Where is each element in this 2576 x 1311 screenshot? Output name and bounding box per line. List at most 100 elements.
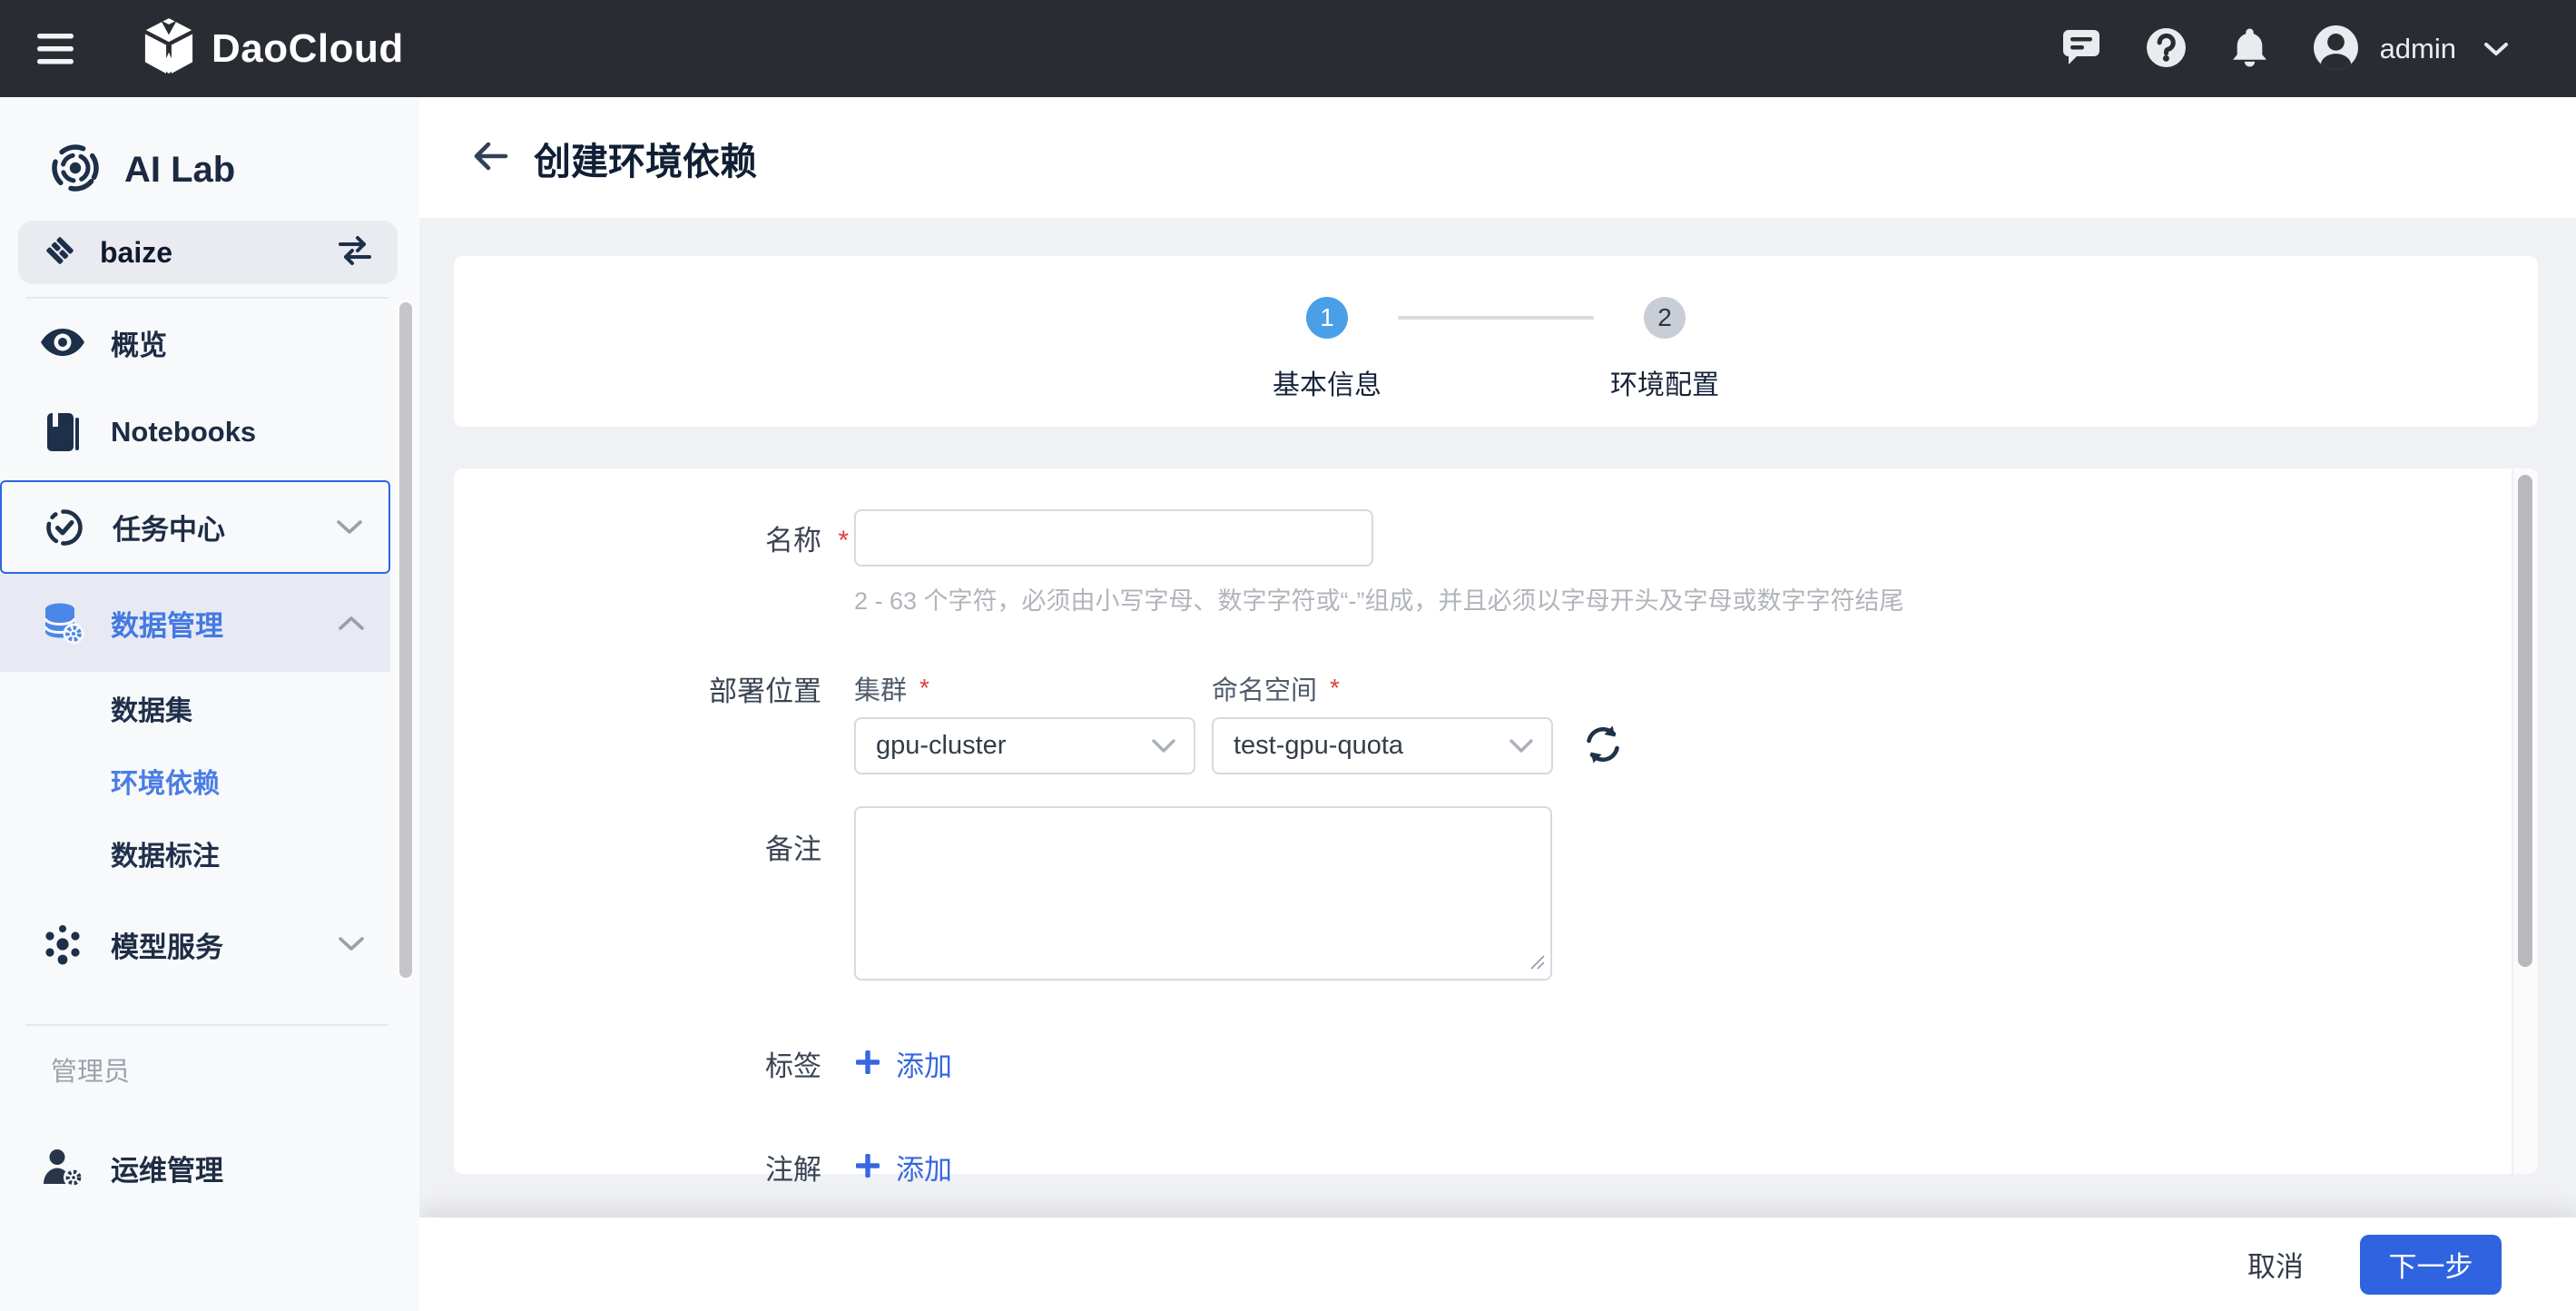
sidebar-divider bbox=[25, 297, 388, 299]
deploy-location-fields: 集群 * gpu-cluster bbox=[854, 673, 1624, 774]
annotations-form-row: 注解 添加 bbox=[508, 1148, 2483, 1185]
refresh-namespaces-button[interactable] bbox=[1582, 717, 1624, 774]
sidebar-subitem-datasets[interactable]: 数据集 bbox=[0, 672, 390, 744]
labels-label-wrap: 标签 bbox=[508, 1045, 821, 1081]
form-scrollbar[interactable] bbox=[2512, 468, 2538, 1174]
remarks-textarea[interactable] bbox=[854, 806, 1552, 981]
plus-icon bbox=[854, 1152, 881, 1182]
chevron-down-icon bbox=[1509, 731, 1533, 761]
required-asterisk: * bbox=[919, 674, 929, 703]
chevron-down-icon bbox=[336, 519, 363, 536]
step-connector-line bbox=[1398, 316, 1594, 320]
cluster-label: 集群 bbox=[854, 669, 907, 707]
avatar-icon bbox=[2312, 24, 2360, 74]
namespace-select[interactable]: test-gpu-quota bbox=[1212, 717, 1553, 774]
namespace-group: 命名空间 * test-gpu-quota bbox=[1212, 673, 1553, 774]
add-label-button[interactable]: 添加 bbox=[854, 1045, 952, 1081]
feedback-button[interactable] bbox=[2061, 28, 2101, 69]
workspace-selector[interactable]: baize bbox=[18, 221, 398, 284]
hamburger-menu-button[interactable] bbox=[37, 34, 74, 64]
next-step-button[interactable]: 下一步 bbox=[2360, 1235, 2502, 1295]
step-environment-config: 2 环境配置 bbox=[1594, 297, 1735, 402]
sidebar-subitem-data-annotation[interactable]: 数据标注 bbox=[0, 817, 390, 890]
chevron-up-icon bbox=[338, 615, 365, 631]
page-header: 创建环境依赖 bbox=[419, 97, 2576, 218]
step-label: 环境配置 bbox=[1610, 362, 1719, 402]
stepper: 1 基本信息 2 环境配置 bbox=[454, 256, 2538, 402]
admin-section-label: 管理员 bbox=[0, 1048, 419, 1091]
task-circle-check-icon bbox=[42, 506, 87, 549]
main-area: 创建环境依赖 1 基本信息 2 环境配置 bbox=[419, 97, 2576, 1311]
form-scrollbar-thumb[interactable] bbox=[2518, 475, 2532, 967]
stepper-card: 1 基本信息 2 环境配置 bbox=[454, 256, 2538, 427]
help-button[interactable] bbox=[2145, 26, 2188, 72]
sidebar-item-ops-management[interactable]: 运维管理 bbox=[0, 1128, 390, 1208]
step-number-badge: 1 bbox=[1306, 297, 1348, 339]
namespace-select-value: test-gpu-quota bbox=[1234, 731, 1403, 761]
user-avatar-button[interactable] bbox=[2312, 24, 2360, 74]
model-graph-icon bbox=[40, 922, 85, 966]
annotations-field: 添加 bbox=[854, 1148, 952, 1185]
daocloud-logo-icon bbox=[143, 17, 195, 80]
cluster-label-wrap: 集群 * bbox=[854, 673, 1195, 704]
name-field: 2 - 63 个字符，必须由小写字母、数字字符或“-”组成，并且必须以字母开头及… bbox=[854, 509, 1904, 616]
back-button[interactable] bbox=[472, 141, 508, 174]
bell-icon bbox=[2231, 27, 2268, 71]
sidebar-subitem-label: 环境依赖 bbox=[111, 761, 220, 801]
switch-workspace-icon[interactable] bbox=[336, 235, 374, 271]
workspace-icon bbox=[42, 232, 78, 273]
remarks-form-row: 备注 bbox=[508, 806, 2483, 985]
form-card: 名称 * 2 - 63 个字符，必须由小写字母、数字字符或“-”组成，并且必须以… bbox=[454, 468, 2538, 1174]
step-basic-info: 1 基本信息 bbox=[1256, 297, 1398, 402]
product-header: AI Lab bbox=[0, 119, 419, 221]
sidebar-item-overview[interactable]: 概览 bbox=[0, 301, 390, 384]
sidebar-item-data-management[interactable]: 数据管理 bbox=[0, 574, 390, 672]
sidebar-subitem-environment-dependencies[interactable]: 环境依赖 bbox=[0, 744, 390, 817]
namespace-label: 命名空间 bbox=[1212, 669, 1317, 707]
deploy-location-label-wrap: 部署位置 bbox=[508, 673, 821, 704]
sidebar: AI Lab baize bbox=[0, 97, 419, 1311]
annotations-label-wrap: 注解 bbox=[508, 1148, 821, 1185]
name-field-label: 名称 bbox=[765, 518, 821, 558]
sidebar-scrollbar-thumb[interactable] bbox=[399, 302, 412, 978]
remarks-label: 备注 bbox=[765, 826, 821, 985]
back-arrow-icon bbox=[472, 141, 508, 174]
sidebar-item-label: 数据管理 bbox=[111, 603, 223, 644]
chevron-down-icon bbox=[338, 936, 365, 952]
sidebar-item-model-services[interactable]: 模型服务 bbox=[0, 901, 390, 988]
footer-action-bar: 取消 下一步 bbox=[419, 1217, 2576, 1311]
cancel-button[interactable]: 取消 bbox=[2247, 1244, 2304, 1285]
name-input[interactable] bbox=[854, 509, 1373, 567]
topbar-actions: admin bbox=[2061, 24, 2509, 74]
book-icon bbox=[40, 411, 85, 453]
sidebar-subitem-label: 数据集 bbox=[111, 688, 192, 728]
sidebar-item-label: 运维管理 bbox=[111, 1148, 223, 1188]
remarks-field bbox=[854, 806, 1552, 985]
chevron-down-icon bbox=[1152, 731, 1175, 761]
required-asterisk: * bbox=[1330, 674, 1340, 703]
cluster-group: 集群 * gpu-cluster bbox=[854, 673, 1195, 774]
remarks-label-wrap: 备注 bbox=[508, 826, 821, 985]
user-menu-chevron-down-icon[interactable] bbox=[2483, 41, 2509, 57]
notifications-button[interactable] bbox=[2231, 27, 2268, 71]
add-annotation-button[interactable]: 添加 bbox=[854, 1148, 952, 1185]
sidebar-scrollbar[interactable] bbox=[396, 300, 416, 981]
workspace-name: baize bbox=[100, 236, 314, 270]
sidebar-item-label: Notebooks bbox=[111, 416, 256, 448]
sidebar-item-notebooks[interactable]: Notebooks bbox=[0, 384, 390, 480]
database-gear-icon bbox=[40, 601, 85, 645]
page-title: 创建环境依赖 bbox=[534, 131, 757, 185]
name-form-row: 名称 * 2 - 63 个字符，必须由小写字母、数字字符或“-”组成，并且必须以… bbox=[508, 509, 2483, 616]
add-annotation-text: 添加 bbox=[896, 1147, 952, 1188]
sidebar-subitem-label: 数据标注 bbox=[111, 833, 220, 873]
cluster-select[interactable]: gpu-cluster bbox=[854, 717, 1195, 774]
brand-name: DaoCloud bbox=[211, 26, 404, 72]
name-helper-text: 2 - 63 个字符，必须由小写字母、数字字符或“-”组成，并且必须以字母开头及… bbox=[854, 581, 1904, 616]
content-area: 1 基本信息 2 环境配置 名称 * bbox=[419, 218, 2576, 1217]
labels-label: 标签 bbox=[765, 1043, 821, 1084]
chat-bubble-icon bbox=[2061, 28, 2101, 69]
brand[interactable]: DaoCloud bbox=[143, 17, 404, 80]
name-field-label-wrap: 名称 * bbox=[508, 509, 821, 567]
sidebar-item-task-center[interactable]: 任务中心 bbox=[0, 480, 390, 574]
ai-lab-icon bbox=[50, 143, 101, 198]
